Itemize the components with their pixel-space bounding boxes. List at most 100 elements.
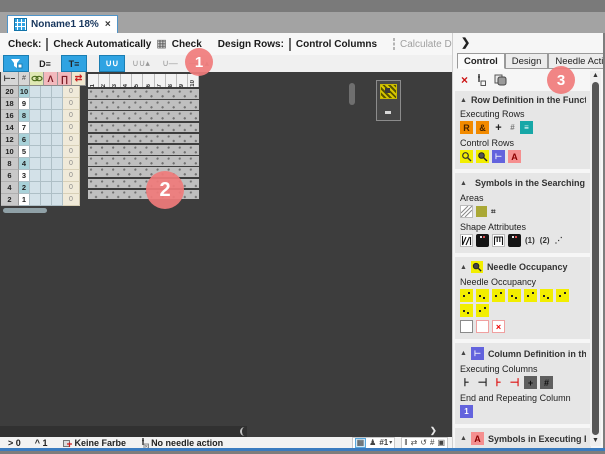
table-row[interactable]: 20100 — [1, 86, 86, 98]
needle-forbidden-icon[interactable]: × — [492, 320, 505, 333]
navigator-viewport[interactable] — [380, 84, 397, 99]
pattern-row-band[interactable] — [88, 167, 199, 177]
table-row[interactable]: 210 — [1, 194, 86, 206]
function-cell[interactable] — [30, 194, 41, 206]
executing-row-plus-icon[interactable]: + — [492, 121, 505, 134]
racking-view-icon[interactable]: ⇄ — [411, 439, 418, 447]
function-cell[interactable] — [41, 110, 52, 122]
needle-bed-front-button[interactable]: ∪— — [157, 55, 183, 72]
column-left-red-icon[interactable]: ⊦ — [492, 376, 505, 389]
collapse-icon[interactable]: ▲ — [460, 264, 467, 271]
executing-row-amp-icon[interactable]: & — [476, 121, 489, 134]
needle-occupancy-option-icon[interactable] — [508, 289, 521, 302]
table-row[interactable]: 1890 — [1, 98, 86, 110]
collapse-icon[interactable]: ▲ — [460, 435, 467, 442]
table-row[interactable]: 1470 — [1, 122, 86, 134]
function-cell[interactable] — [52, 134, 63, 146]
function-cell[interactable] — [52, 182, 63, 194]
tab-control[interactable]: Control — [457, 53, 505, 69]
needle-occupancy-option-icon[interactable] — [476, 289, 489, 302]
shape-steps-icon[interactable]: ⋰ — [554, 234, 564, 247]
function-cell[interactable] — [41, 122, 52, 134]
document-tab[interactable]: Noname1 18% × — [7, 15, 118, 34]
scrollbar-thumb[interactable] — [592, 82, 599, 435]
needle-none-icon[interactable] — [476, 320, 489, 333]
control-columns-checkbox[interactable] — [289, 38, 291, 51]
shape-narrowing-icon[interactable] — [492, 234, 505, 247]
shape-narrowing-color-icon[interactable] — [508, 234, 521, 247]
function-cell[interactable] — [41, 194, 52, 206]
needle-occupancy-option-icon[interactable] — [460, 289, 473, 302]
columns-view-icon[interactable]: ‖ — [404, 439, 407, 447]
pattern-row-band[interactable] — [88, 123, 199, 133]
scroll-up-icon[interactable]: ▲ — [592, 71, 599, 81]
technical-rows-view-button[interactable]: T≡ — [61, 55, 87, 72]
canvas-handle[interactable] — [349, 83, 355, 105]
function-cell[interactable] — [41, 182, 52, 194]
executing-row-lines-icon[interactable]: ≡ — [520, 121, 533, 134]
row-marker-icon[interactable]: ⊢– — [1, 72, 19, 86]
pattern-row-band[interactable] — [88, 145, 199, 155]
table-row[interactable]: 420 — [1, 182, 86, 194]
function-cell[interactable] — [30, 134, 41, 146]
column-hash-icon[interactable]: # — [540, 376, 553, 389]
fabric-view-toggle[interactable]: ▦ — [355, 438, 367, 448]
function-cell[interactable] — [41, 134, 52, 146]
function-cell[interactable] — [52, 158, 63, 170]
table-row[interactable]: 1260 — [1, 134, 86, 146]
racking-symbol-icon[interactable]: ⇄ — [72, 72, 86, 86]
function-cell[interactable] — [41, 98, 52, 110]
design-rows-view-button[interactable]: D≡ — [32, 55, 58, 72]
table-row[interactable]: 1680 — [1, 110, 86, 122]
table-row[interactable]: 630 — [1, 170, 86, 182]
tab-close-button[interactable]: × — [105, 19, 111, 30]
function-cell[interactable] — [52, 194, 63, 206]
pattern-row-band[interactable] — [88, 89, 199, 99]
stamp-tool-icon[interactable]: ♟ — [369, 439, 376, 447]
check-automatically-checkbox[interactable] — [46, 38, 48, 51]
end-repeating-column-icon[interactable]: 1 — [460, 405, 473, 418]
function-cell[interactable] — [30, 122, 41, 134]
pattern-workspace[interactable]: ⊢–#Λ∏⇄ 201001890168014701260105084063042… — [0, 72, 452, 437]
pattern-grid[interactable]: 12345678910 — [88, 74, 199, 199]
pattern-row-band[interactable] — [88, 100, 199, 110]
function-cell[interactable] — [30, 146, 41, 158]
area-color-icon[interactable] — [476, 206, 487, 217]
column-right-icon[interactable]: ⊣ — [476, 376, 489, 389]
function-cell[interactable] — [30, 86, 41, 98]
shape-attr-1-icon[interactable]: (1) — [524, 234, 536, 247]
tab-design[interactable]: Design — [505, 53, 549, 69]
grid-view-icon[interactable]: # — [430, 439, 434, 447]
needle-occupancy-option-icon[interactable] — [540, 289, 553, 302]
symbol-row-icon[interactable]: A — [508, 150, 521, 163]
canvas-horizontal-scrollbar[interactable] — [0, 426, 247, 437]
filter-view-button[interactable] — [3, 55, 29, 72]
function-cell[interactable] — [52, 110, 63, 122]
needle-selection-icon[interactable] — [476, 74, 486, 86]
left-table-scrollbar[interactable] — [3, 208, 47, 213]
column-definition-row-icon[interactable]: ⊢ — [492, 150, 505, 163]
loop-view-icon[interactable]: ↺ — [420, 439, 427, 447]
executing-row-hash-icon[interactable]: # — [508, 121, 517, 134]
needle-occupancy-option-icon[interactable] — [524, 289, 537, 302]
function-cell[interactable] — [41, 86, 52, 98]
transfer-symbol-icon[interactable]: Λ — [44, 72, 58, 86]
function-cell[interactable] — [41, 158, 52, 170]
cast-off-symbol-icon[interactable]: ∏ — [58, 72, 72, 86]
function-cell[interactable] — [30, 182, 41, 194]
function-cell[interactable] — [52, 146, 63, 158]
copy-modules-icon[interactable] — [494, 74, 507, 86]
function-cell[interactable] — [41, 170, 52, 182]
pattern-row-band[interactable] — [88, 134, 199, 144]
collapse-icon[interactable]: ▲ — [460, 350, 467, 357]
scroll-down-icon[interactable]: ▼ — [592, 436, 599, 446]
function-cell[interactable] — [30, 158, 41, 170]
needle-occupancy-option-icon[interactable] — [476, 304, 489, 317]
row-count-icon[interactable]: # — [19, 72, 30, 86]
shape-widening-icon[interactable] — [460, 234, 473, 247]
executing-row-R-icon[interactable]: R — [460, 121, 473, 134]
needle-occupancy-option-icon[interactable] — [556, 289, 569, 302]
function-cell[interactable] — [41, 146, 52, 158]
function-cell[interactable] — [30, 170, 41, 182]
search-row-filled-icon[interactable] — [476, 150, 489, 163]
